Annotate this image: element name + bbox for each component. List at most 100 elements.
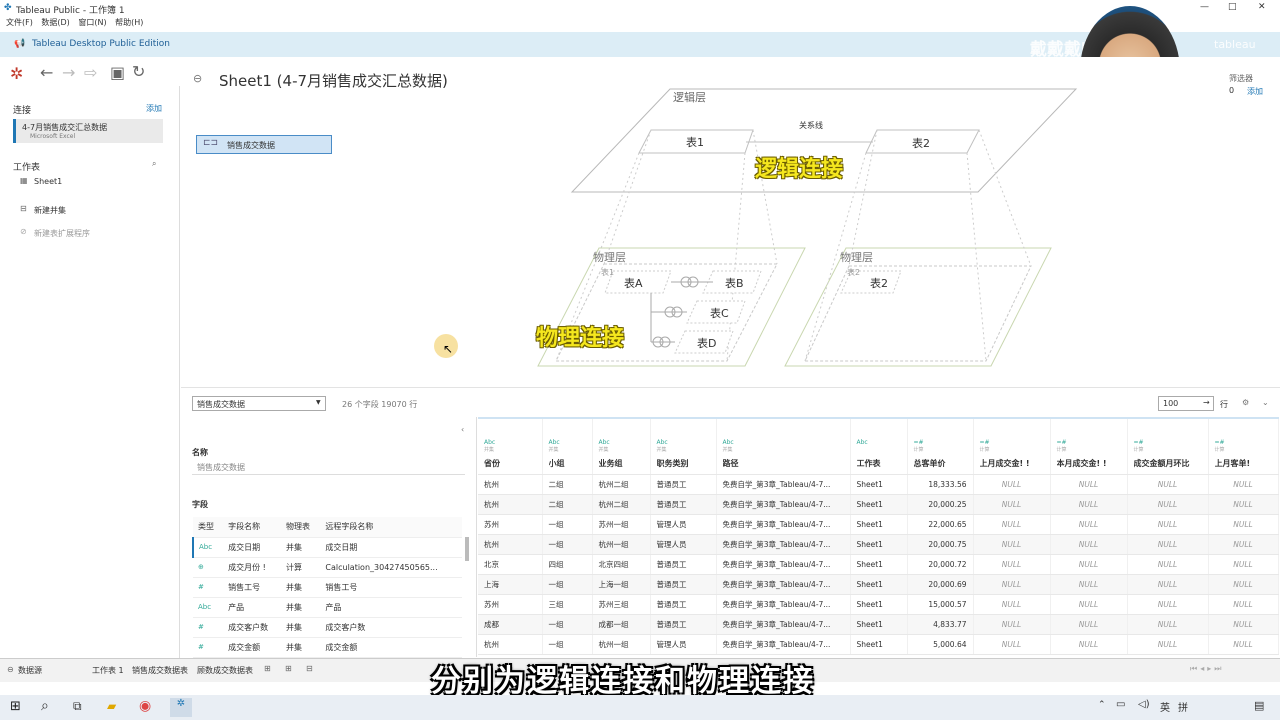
add-connection-link[interactable]: 添加 — [146, 103, 162, 114]
table-cell[interactable]: NULL — [1127, 594, 1209, 615]
table-cell[interactable]: NULL — [1127, 474, 1209, 495]
table-cell[interactable]: NULL — [1208, 634, 1279, 655]
table-cell[interactable]: NULL — [1127, 634, 1209, 655]
table-cell[interactable]: 一组 — [542, 634, 593, 655]
table-cell[interactable]: NULL — [973, 474, 1051, 495]
table-cell[interactable]: 北京 — [478, 554, 543, 575]
table-cell[interactable]: NULL — [1050, 534, 1128, 555]
sheet-item-sheet1[interactable]: Sheet1 — [34, 177, 62, 186]
field-row[interactable]: # 成交金额 并集 成交金额 — [193, 637, 462, 658]
table-cell[interactable]: NULL — [1208, 494, 1279, 515]
table-cell[interactable]: 成都一组 — [592, 614, 651, 635]
network-icon[interactable]: ▭ — [1116, 699, 1125, 710]
table-cell[interactable]: Sheet1 — [850, 514, 908, 535]
search-icon[interactable]: ⌕ — [152, 159, 156, 169]
table-cell[interactable]: Sheet1 — [850, 574, 908, 595]
new-extension-item[interactable]: 新建表扩展程序 — [34, 228, 90, 239]
collapse-panel-icon[interactable]: ‹ — [461, 425, 464, 434]
table-cell[interactable]: NULL — [1208, 514, 1279, 535]
column-header[interactable]: Abc 并集 小组 — [542, 417, 593, 475]
table-cell[interactable]: 杭州 — [478, 634, 543, 655]
header-type[interactable]: 类型 — [193, 517, 224, 538]
table-cell[interactable]: NULL — [1208, 474, 1279, 495]
table-cell[interactable]: 四组 — [542, 554, 593, 575]
table-cell[interactable]: 免费自学_第3章_Tableau/4-7... — [716, 594, 851, 615]
save-icon[interactable]: ▣ — [110, 63, 125, 82]
table-cell[interactable]: 普通员工 — [650, 474, 717, 495]
table-cell[interactable]: 二组 — [542, 494, 593, 515]
table-cell[interactable]: Sheet1 — [850, 614, 908, 635]
table-cell[interactable]: NULL — [1050, 494, 1128, 515]
field-row[interactable]: Abc 成交日期 并集 成交日期 — [191, 537, 462, 558]
table-cell[interactable]: 上海一组 — [592, 574, 651, 595]
table-cell[interactable]: NULL — [1050, 634, 1128, 655]
column-header[interactable]: =# 计算 上月客单! — [1208, 417, 1279, 475]
maximize-button[interactable]: □ — [1228, 2, 1237, 12]
table-cell[interactable]: NULL — [1050, 474, 1128, 495]
table-cell[interactable]: 管理人员 — [650, 514, 717, 535]
rows-input[interactable]: 100 → — [1158, 396, 1214, 411]
table-cell[interactable]: 20,000.72 — [907, 554, 974, 575]
table-cell[interactable]: 苏州 — [478, 594, 543, 615]
column-header[interactable]: Abc 工作表 — [850, 417, 908, 475]
table-cell[interactable]: 杭州二组 — [592, 494, 651, 515]
table-cell[interactable]: 三组 — [542, 594, 593, 615]
task-view-icon[interactable]: ⧉ — [73, 699, 82, 714]
table-cell[interactable]: 免费自学_第3章_Tableau/4-7... — [716, 634, 851, 655]
table-cell[interactable]: NULL — [1208, 574, 1279, 595]
notification-icon[interactable]: ▤ — [1254, 699, 1264, 712]
table-cell[interactable]: 苏州 — [478, 514, 543, 535]
column-header[interactable]: =# 计算 本月成交金! ! — [1050, 417, 1128, 475]
table-cell[interactable]: Sheet1 — [850, 534, 908, 555]
ime-mode-indicator[interactable]: 拼 — [1178, 699, 1188, 714]
file-explorer-icon[interactable]: ▰ — [107, 699, 116, 713]
table-cell[interactable]: 普通员工 — [650, 614, 717, 635]
collapse-chevron-icon[interactable]: ⌄ — [1262, 398, 1269, 407]
new-story-icon[interactable]: ⊟ — [306, 664, 313, 673]
table-cell[interactable]: Sheet1 — [850, 494, 908, 515]
table-cell[interactable]: 22,000.65 — [907, 514, 974, 535]
column-header[interactable]: Abc 并集 业务组 — [592, 417, 651, 475]
table-cell[interactable]: 18,333.56 — [907, 474, 974, 495]
tab-sales-data[interactable]: 销售成交数据表 — [132, 665, 188, 676]
enter-arrow-icon[interactable]: → — [1203, 398, 1210, 407]
table-cell[interactable]: 杭州一组 — [592, 534, 651, 555]
table-cell[interactable]: 一组 — [542, 514, 593, 535]
table-cell[interactable]: NULL — [1208, 594, 1279, 615]
table-cell[interactable]: NULL — [973, 574, 1051, 595]
table-cell[interactable]: NULL — [1050, 574, 1128, 595]
table-cell[interactable]: 4,833.77 — [907, 614, 974, 635]
table-cell[interactable]: NULL — [1050, 514, 1128, 535]
table-cell[interactable]: 免费自学_第3章_Tableau/4-7... — [716, 554, 851, 575]
table-cell[interactable]: 免费自学_第3章_Tableau/4-7... — [716, 474, 851, 495]
table-cell[interactable]: 杭州 — [478, 494, 543, 515]
table-cell[interactable]: NULL — [1050, 554, 1128, 575]
column-header[interactable]: Abc 并集 职务类别 — [650, 417, 717, 475]
table-cell[interactable]: 15,000.57 — [907, 594, 974, 615]
header-physical-table[interactable]: 物理表 — [281, 517, 321, 538]
table-cell[interactable]: Sheet1 — [850, 634, 908, 655]
redo-icon[interactable]: ⇨ — [84, 63, 97, 82]
table-cell[interactable]: NULL — [973, 554, 1051, 575]
table-cell[interactable]: 普通员工 — [650, 594, 717, 615]
field-row[interactable]: ⊕ 成交月份 ! 计算 Calculation_30427450565... — [193, 557, 462, 578]
table-cell[interactable]: 上海 — [478, 574, 543, 595]
table-cell[interactable]: 普通员工 — [650, 554, 717, 575]
chrome-icon[interactable]: ◉ — [139, 698, 151, 714]
table-cell[interactable]: 20,000.75 — [907, 534, 974, 555]
new-sheet-icon[interactable]: ⊞ — [264, 664, 271, 673]
table-cell[interactable]: 苏州三组 — [592, 594, 651, 615]
table-cell[interactable]: 免费自学_第3章_Tableau/4-7... — [716, 574, 851, 595]
new-union-item[interactable]: 新建并集 — [34, 205, 66, 216]
table-cell[interactable]: 杭州 — [478, 474, 543, 495]
table-cell[interactable]: 成都 — [478, 614, 543, 635]
table-cell[interactable]: NULL — [973, 534, 1051, 555]
column-header[interactable]: =# 计算 上月成交金! ! — [973, 417, 1051, 475]
connection-item[interactable]: 4-7月销售成交汇总数据 Microsoft Excel — [13, 119, 163, 143]
table-cell[interactable]: 杭州二组 — [592, 474, 651, 495]
table-cell[interactable]: NULL — [973, 594, 1051, 615]
forward-arrow-icon[interactable]: → — [62, 63, 75, 82]
table-cell[interactable]: NULL — [1127, 514, 1209, 535]
table-cell[interactable]: NULL — [1208, 534, 1279, 555]
column-header[interactable]: Abc 并集 省份 — [478, 417, 543, 475]
